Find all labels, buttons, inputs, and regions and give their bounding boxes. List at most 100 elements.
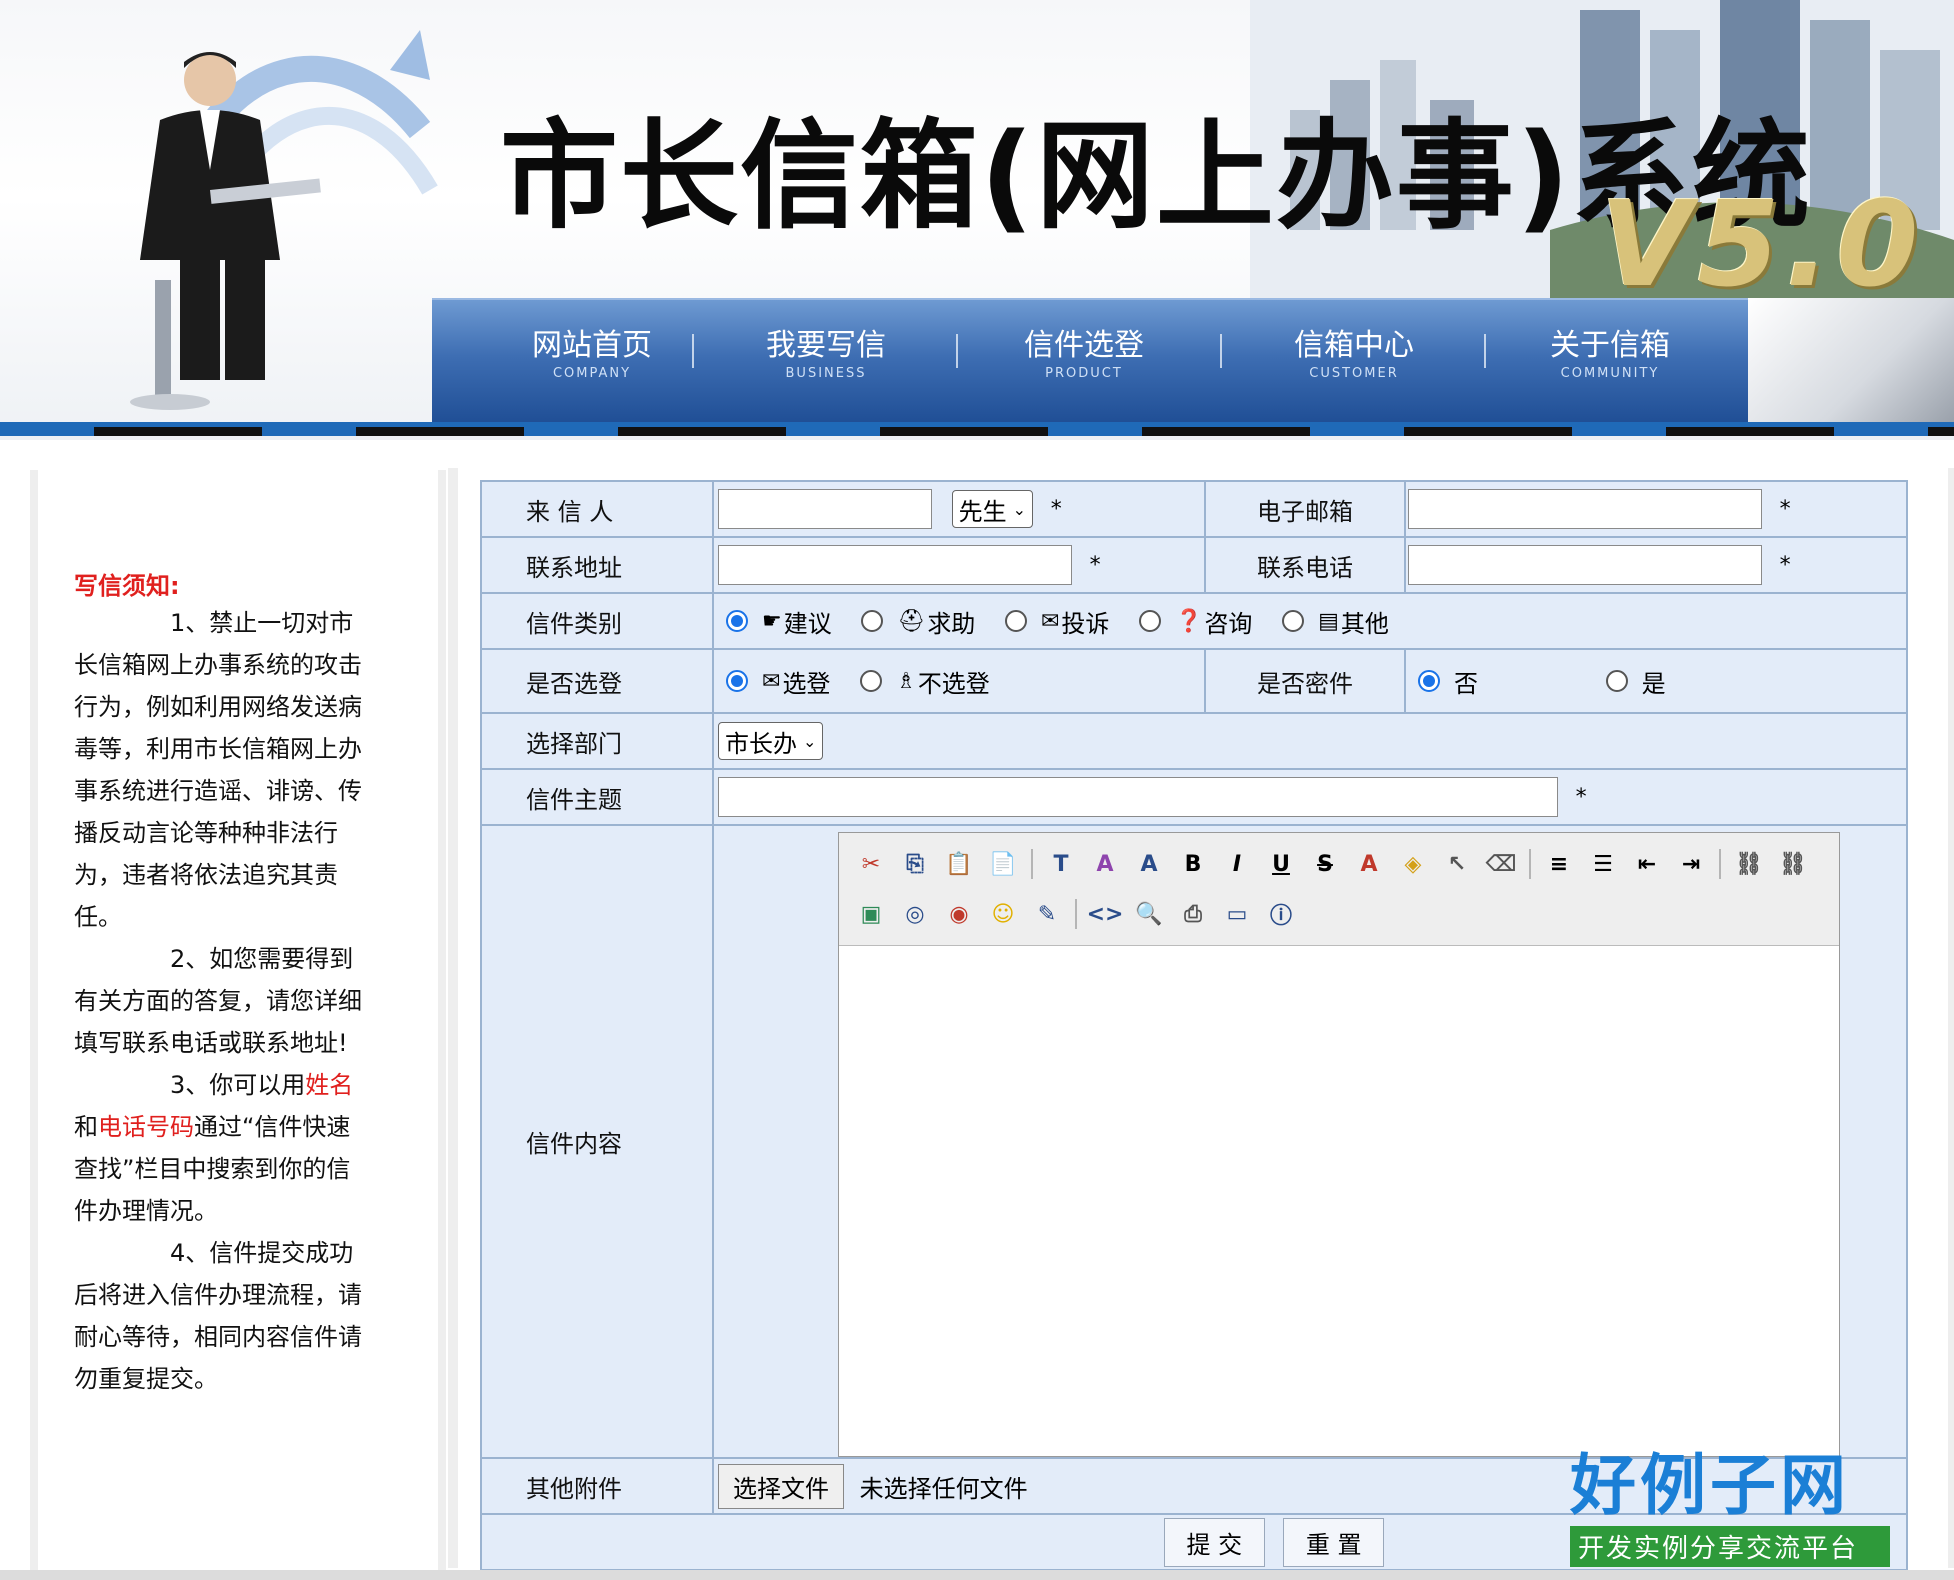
toolbar-divider	[1075, 899, 1077, 929]
outdent-icon[interactable]: ⇤	[1629, 846, 1665, 882]
header-divider-pattern	[0, 427, 1954, 436]
page-curl-decoration	[1748, 298, 1954, 422]
toolbar-row: ▣ ◎ ◉ ☺ ✎ <> 🔍 ⎙ ▭ ⓘ	[849, 889, 1829, 939]
email-input[interactable]	[1408, 489, 1762, 529]
font-face-icon[interactable]: A	[1087, 846, 1123, 882]
secret-label: 是否密件	[1204, 648, 1406, 714]
nav-item-letters[interactable]: 信件选登 PRODUCT	[984, 326, 1184, 381]
department-select[interactable]: 市长办 ⌄	[718, 722, 824, 760]
preview-icon[interactable]: 🔍	[1131, 896, 1167, 932]
haolizi-logo: 好例子网 开发实例分享交流平台	[1570, 1446, 1890, 1567]
nav-sublabel: COMPANY	[552, 366, 632, 381]
font-size-icon[interactable]: T	[1043, 846, 1079, 882]
address-input[interactable]	[718, 545, 1072, 585]
choose-file-button[interactable]: 选择文件	[718, 1463, 844, 1509]
nav-item-home[interactable]: 网站首页 COMPANY	[492, 326, 692, 381]
site-header: 市长信箱(网上办事)系统 V5.0 网站首页 COMPANY 我要写信 BUSI…	[0, 0, 1954, 440]
nav-label: 我要写信	[766, 328, 886, 363]
image-icon[interactable]: ▣	[853, 896, 889, 932]
editor-content-area[interactable]	[839, 946, 1839, 1456]
nav-item-center[interactable]: 信箱中心 CUSTOMER	[1254, 326, 1454, 381]
media-icon[interactable]: ◉	[941, 896, 977, 932]
letter-form: 来 信 人 先生 ⌄ * 电子邮箱 * 联系地址 * 联系电话 * 信件类别 ☛ 建…	[480, 480, 1908, 1571]
subject-input[interactable]	[718, 777, 1558, 817]
editor-toolbar: ✂ ⎘ 📋 📄 T A A B I U S A ◈ ↖ ⌫ ≡ ☰ ⇤ ⇥ ⛓ …	[839, 833, 1839, 946]
footer-divider	[0, 1570, 1954, 1580]
form-icon[interactable]: ✎	[1029, 896, 1065, 932]
paste-icon[interactable]: 📋	[941, 846, 977, 882]
radio-button[interactable]	[1004, 610, 1027, 632]
underline-icon[interactable]: U	[1263, 846, 1299, 882]
emoticon-icon[interactable]: ☺	[985, 896, 1021, 932]
nav-sublabel: COMMUNITY	[1560, 366, 1660, 381]
print-icon[interactable]: ⎙	[1175, 896, 1211, 932]
notice-title: 写信须知:	[74, 572, 180, 600]
paste-text-icon[interactable]: 📄	[985, 846, 1021, 882]
radio-button[interactable]	[860, 670, 883, 692]
file-status: 未选择任何文件	[859, 1474, 1028, 1503]
link-icon[interactable]: ⛓	[1731, 846, 1767, 882]
source-icon[interactable]: <>	[1087, 896, 1124, 932]
copy-icon[interactable]: ⎘	[897, 846, 933, 882]
secret-option-no[interactable]: 否	[1418, 664, 1478, 699]
radio-button[interactable]	[1418, 670, 1440, 692]
bold-icon[interactable]: B	[1175, 846, 1211, 882]
about-icon[interactable]: ⓘ	[1263, 896, 1299, 932]
category-label: 信件类别	[480, 592, 714, 650]
italic-icon[interactable]: I	[1219, 846, 1255, 882]
radio-button[interactable]	[1605, 670, 1628, 692]
nav-sublabel: BUSINESS	[785, 366, 867, 381]
required-mark: *	[1050, 497, 1062, 522]
flash-icon[interactable]: ◎	[897, 896, 933, 932]
category-option-complain[interactable]: ✉ 投诉	[1004, 604, 1109, 639]
attachment-label: 其他附件	[480, 1457, 714, 1515]
chevron-down-icon: ⌄	[1012, 499, 1027, 519]
nav-item-about[interactable]: 关于信箱 COMMUNITY	[1510, 326, 1710, 381]
nav-item-write[interactable]: 我要写信 BUSINESS	[726, 326, 926, 381]
publish-option-yes[interactable]: ✉ 选登	[726, 664, 830, 699]
radio-button[interactable]	[1282, 610, 1305, 632]
nav-divider	[1220, 334, 1222, 368]
notice-item: 4、信件提交成功后将进入信件办理流程，请耐心等待，相同内容信件请勿重复提交。	[74, 1239, 362, 1393]
toolbar-divider	[1719, 849, 1721, 879]
rich-text-editor: ✂ ⎘ 📋 📄 T A A B I U S A ◈ ↖ ⌫ ≡ ☰ ⇤ ⇥ ⛓ …	[838, 832, 1840, 1457]
font-style-icon[interactable]: A	[1131, 846, 1167, 882]
businessman-image	[130, 52, 321, 410]
align-left-icon[interactable]: ≡	[1541, 846, 1577, 882]
radio-button[interactable]	[861, 610, 884, 632]
main-nav: 网站首页 COMPANY 我要写信 BUSINESS 信件选登 PRODUCT …	[432, 298, 1748, 424]
category-option-other[interactable]: ▤ 其他	[1282, 604, 1389, 639]
radio-button[interactable]	[726, 610, 748, 632]
bg-color-icon[interactable]: ◈	[1395, 846, 1431, 882]
notice-item: 2、如您需要得到有关方面的答复，请您详细填写联系电话或联系地址!	[74, 945, 362, 1057]
secret-option-yes[interactable]: 是	[1605, 664, 1666, 699]
category-option-suggest[interactable]: ☛ 建议	[726, 604, 832, 639]
category-option-consult[interactable]: ❓ 咨询	[1139, 604, 1252, 639]
radio-button[interactable]	[726, 670, 748, 692]
submit-button[interactable]: 提 交	[1163, 1517, 1266, 1567]
eraser-icon[interactable]: ⌫	[1483, 846, 1519, 882]
phone-label: 联系电话	[1204, 536, 1406, 594]
ordered-list-icon[interactable]: ☰	[1585, 846, 1621, 882]
font-color-icon[interactable]: A	[1351, 846, 1387, 882]
indent-icon[interactable]: ⇥	[1673, 846, 1709, 882]
strikethrough-icon[interactable]: S	[1307, 846, 1343, 882]
help-icon: ⛑	[897, 608, 926, 634]
reset-button[interactable]: 重 置	[1282, 1517, 1385, 1567]
sender-input[interactable]	[718, 489, 932, 529]
publish-option-no[interactable]: ♗ 不选登	[860, 664, 990, 699]
fullscreen-icon[interactable]: ▭	[1219, 896, 1255, 932]
select-icon[interactable]: ↖	[1439, 846, 1475, 882]
required-mark: *	[1779, 497, 1791, 522]
people-icon: ♗	[896, 668, 916, 694]
nav-label: 信箱中心	[1294, 328, 1414, 363]
unlink-icon[interactable]: ⛓	[1775, 846, 1811, 882]
cut-icon[interactable]: ✂	[853, 846, 889, 882]
nav-divider	[1484, 334, 1486, 368]
phone-input[interactable]	[1408, 545, 1762, 585]
radio-button[interactable]	[1139, 610, 1162, 632]
title-select[interactable]: 先生 ⌄	[951, 490, 1034, 528]
category-option-help[interactable]: ⛑ 求助	[861, 604, 975, 639]
address-label: 联系地址	[480, 536, 714, 594]
nav-label: 关于信箱	[1550, 328, 1670, 363]
